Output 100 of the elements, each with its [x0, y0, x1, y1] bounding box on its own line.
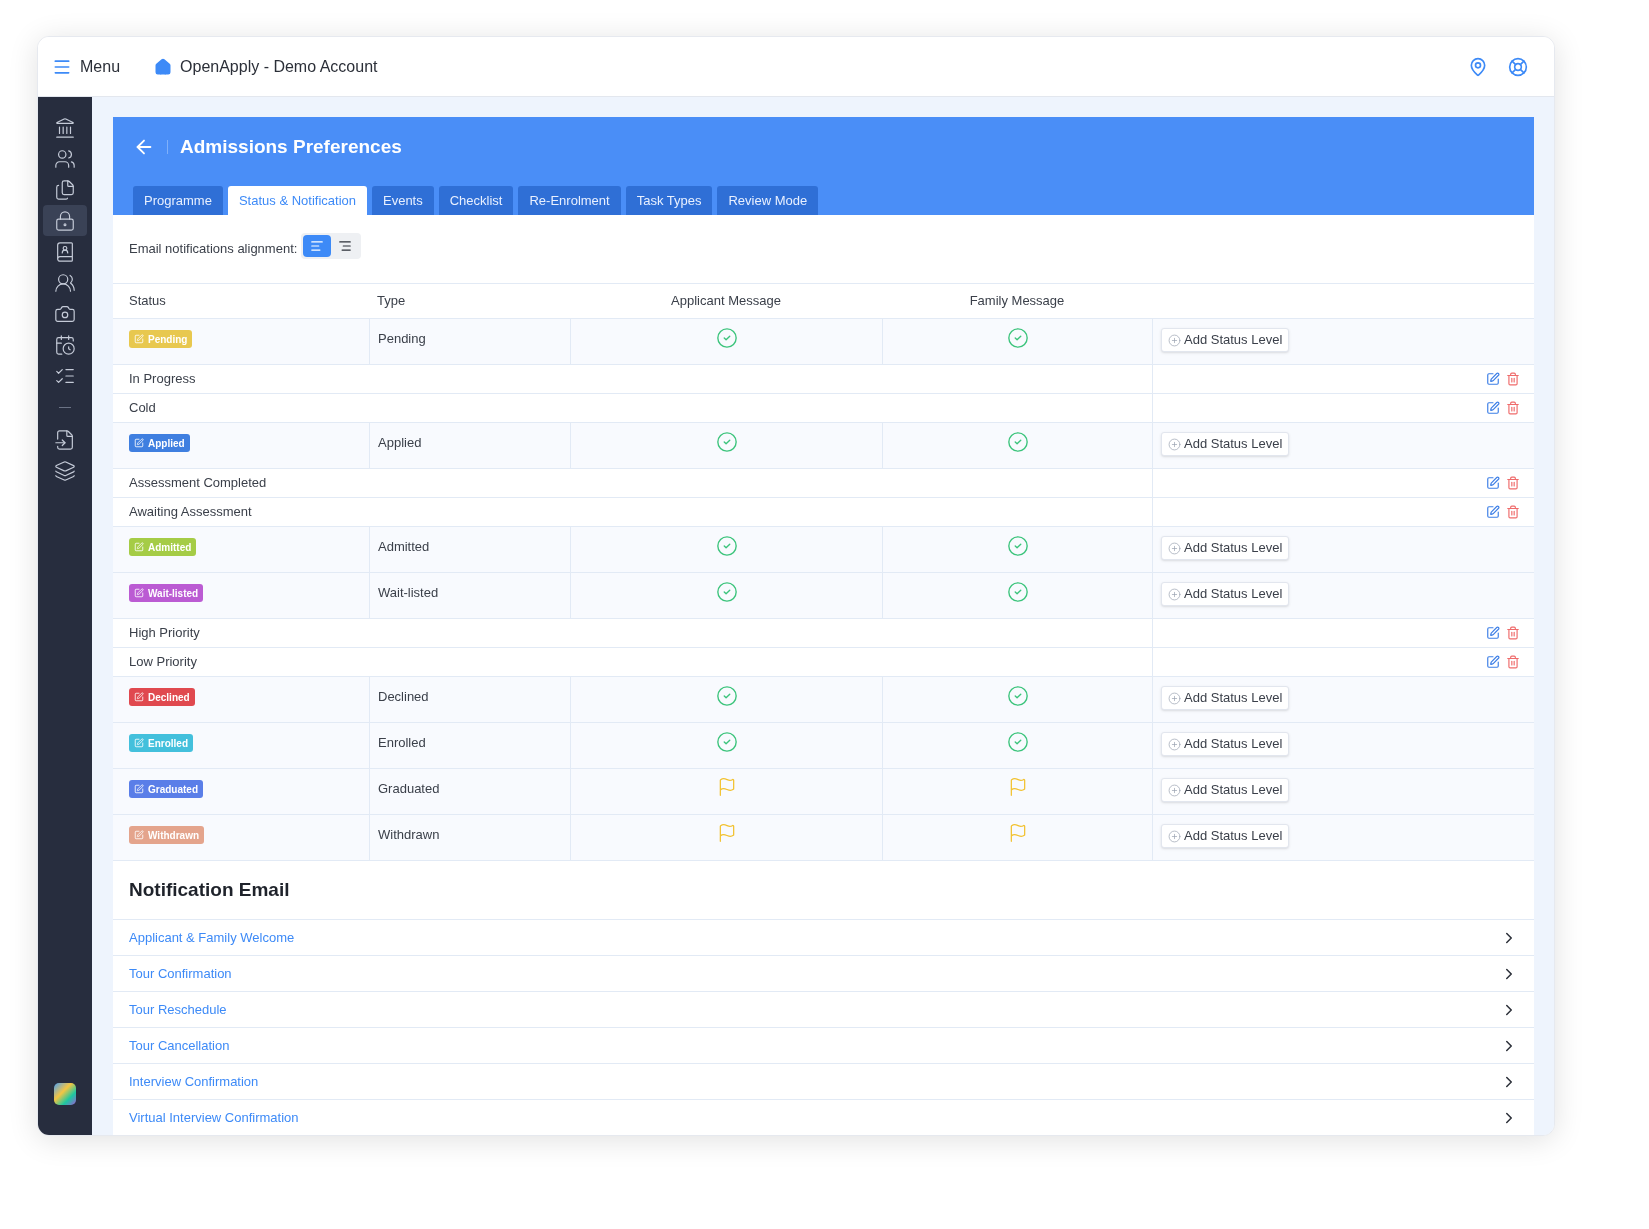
menu-button[interactable]: Menu: [52, 54, 121, 79]
page-title: Admissions Preferences: [180, 135, 402, 159]
column-header: Status: [128, 292, 167, 311]
edit-icon: [134, 588, 144, 598]
status-level-name: In Progress: [129, 370, 196, 389]
status-tag[interactable]: Applied: [129, 434, 190, 452]
edit-icon[interactable]: [1486, 505, 1500, 519]
layers-icon: [54, 459, 76, 482]
edit-icon: [134, 738, 144, 748]
tab[interactable]: Events: [372, 186, 434, 215]
tab[interactable]: Status & Notification: [227, 186, 367, 215]
check-circle-icon: [715, 685, 738, 707]
help-icon[interactable]: [1508, 56, 1528, 77]
group-icon: [54, 271, 76, 294]
account-name: OpenApply - Demo Account: [180, 56, 378, 77]
column-header: Applicant Message: [670, 292, 782, 311]
sidebar-item[interactable]: [43, 205, 87, 236]
add-status-level-button[interactable]: Add Status Level: [1161, 536, 1290, 560]
edit-icon: [134, 692, 144, 702]
plus-circle-icon: [1168, 829, 1181, 843]
status-level-name: Awaiting Assessment: [129, 503, 252, 522]
delete-icon[interactable]: [1506, 626, 1520, 640]
delete-icon[interactable]: [1506, 505, 1520, 519]
status-level-name: Low Priority: [129, 653, 197, 672]
type-cell: Admitted: [378, 539, 430, 554]
status-tag[interactable]: Graduated: [129, 780, 203, 798]
map-pin-icon[interactable]: [1468, 56, 1488, 77]
app-logo[interactable]: [54, 1083, 76, 1105]
delete-icon[interactable]: [1506, 401, 1520, 415]
plus-circle-icon: [1168, 691, 1181, 705]
plus-circle-icon: [1168, 437, 1181, 451]
section-title: Notification Email: [129, 877, 290, 902]
status-tag[interactable]: Declined: [129, 688, 195, 706]
check-circle-icon: [1006, 731, 1029, 753]
tab[interactable]: Review Mode: [717, 186, 819, 215]
check-circle-icon: [715, 731, 738, 753]
email-template-link[interactable]: Interview Confirmation: [129, 1071, 259, 1092]
type-cell: Applied: [378, 435, 422, 450]
tab[interactable]: Checklist: [438, 186, 514, 215]
edit-icon: [134, 334, 144, 344]
plus-circle-icon: [1168, 333, 1181, 347]
email-template-link[interactable]: Tour Reschedule: [129, 999, 227, 1020]
status-level-name: Cold: [129, 399, 156, 418]
check-circle-icon: [715, 327, 738, 349]
edit-icon: [134, 830, 144, 840]
edit-icon[interactable]: [1486, 372, 1500, 386]
bank-icon: [54, 116, 76, 139]
edit-icon: [134, 784, 144, 794]
add-status-level-button[interactable]: Add Status Level: [1161, 778, 1290, 802]
plus-circle-icon: [1168, 783, 1181, 797]
add-status-level-button[interactable]: Add Status Level: [1161, 582, 1290, 606]
lock-icon: [54, 209, 76, 232]
edit-icon[interactable]: [1486, 655, 1500, 669]
delete-icon[interactable]: [1506, 655, 1520, 669]
delete-icon[interactable]: [1506, 372, 1520, 386]
type-cell: Graduated: [378, 781, 440, 796]
add-status-level-button[interactable]: Add Status Level: [1161, 328, 1290, 352]
column-header: Family Message: [968, 292, 1066, 311]
users-icon: [54, 147, 76, 170]
alignment-label: Email notifications alignment:: [129, 240, 298, 258]
type-cell: Enrolled: [378, 735, 426, 750]
status-level-name: Assessment Completed: [129, 474, 267, 493]
email-template-link[interactable]: Virtual Interview Confirmation: [129, 1107, 299, 1128]
edit-icon[interactable]: [1486, 626, 1500, 640]
check-circle-icon: [715, 581, 738, 603]
type-cell: Wait-listed: [378, 585, 439, 600]
add-status-level-button[interactable]: Add Status Level: [1161, 686, 1290, 710]
tab[interactable]: Re-Enrolment: [518, 186, 621, 215]
email-template-link[interactable]: Tour Cancellation: [129, 1035, 230, 1056]
edit-icon: [134, 542, 144, 552]
add-status-level-button[interactable]: Add Status Level: [1161, 824, 1290, 848]
check-circle-icon: [1006, 581, 1029, 603]
tab[interactable]: Task Types: [625, 186, 713, 215]
edit-icon[interactable]: [1486, 476, 1500, 490]
type-cell: Pending: [378, 331, 426, 346]
status-tag[interactable]: Wait-listed: [129, 584, 204, 602]
plus-circle-icon: [1168, 737, 1181, 751]
check-circle-icon: [1006, 327, 1029, 349]
add-status-level-button[interactable]: Add Status Level: [1161, 432, 1290, 456]
tab[interactable]: Programme: [133, 186, 223, 215]
email-template-link[interactable]: Applicant & Family Welcome: [129, 927, 295, 948]
check-circle-icon: [715, 431, 738, 453]
edit-icon[interactable]: [1486, 401, 1500, 415]
type-cell: Declined: [378, 689, 429, 704]
status-level-name: High Priority: [129, 624, 200, 643]
calendar-clock-icon: [54, 333, 76, 356]
delete-icon[interactable]: [1506, 476, 1520, 490]
add-status-level-button[interactable]: Add Status Level: [1161, 732, 1290, 756]
email-template-link[interactable]: Tour Confirmation: [129, 963, 232, 984]
column-header: Type: [376, 292, 407, 311]
home-icon[interactable]: [154, 57, 173, 76]
type-cell: Withdrawn: [378, 827, 440, 842]
status-tag[interactable]: Enrolled: [129, 734, 193, 752]
check-circle-icon: [1006, 431, 1029, 453]
contact-book-icon: [54, 240, 76, 263]
edit-icon: [134, 438, 144, 448]
align-left-button[interactable]: [303, 235, 332, 257]
documents-icon: [54, 178, 76, 201]
check-circle-icon: [1006, 685, 1029, 707]
align-right-icon: [338, 239, 353, 253]
